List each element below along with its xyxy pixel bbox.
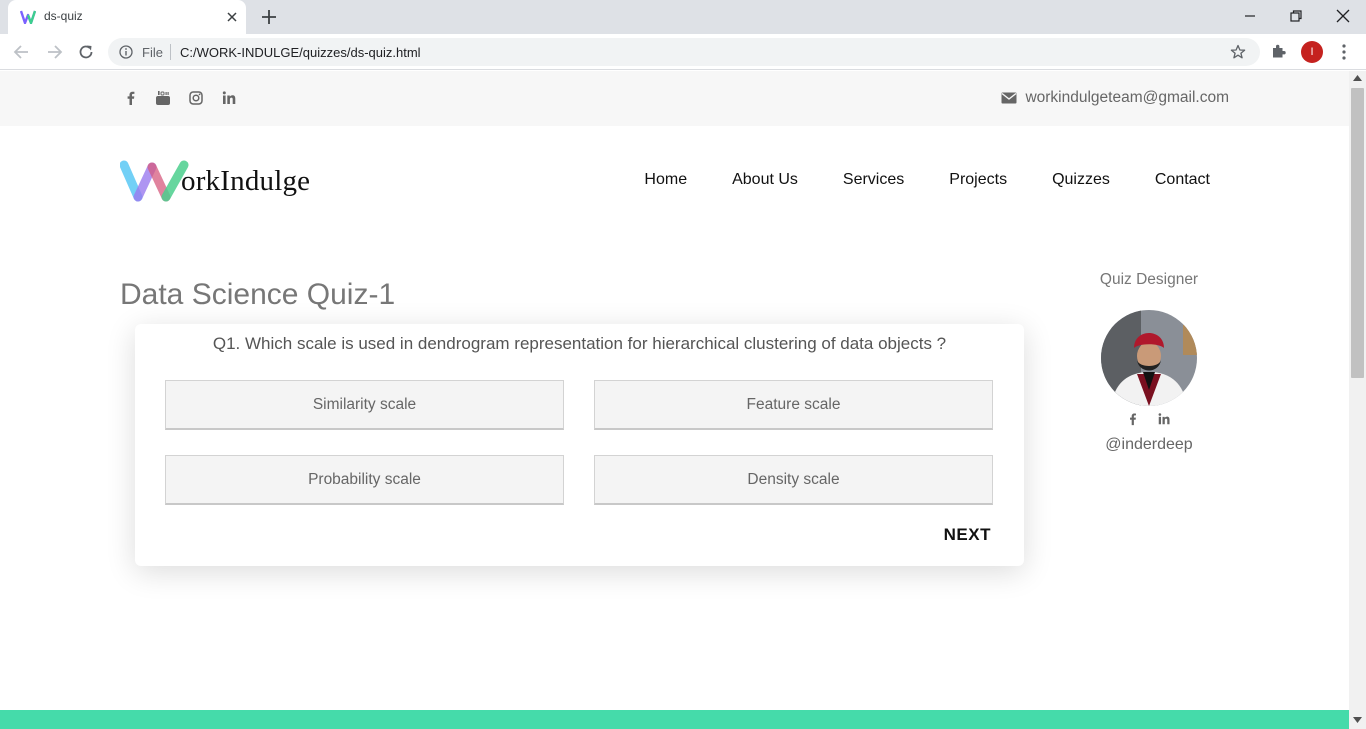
designer-avatar	[1101, 310, 1197, 406]
nav-contact[interactable]: Contact	[1155, 171, 1210, 189]
site-info-icon[interactable]	[119, 45, 133, 59]
nav-projects[interactable]: Projects	[949, 171, 1007, 189]
instagram-icon[interactable]	[188, 90, 204, 106]
contact-email[interactable]: workindulgeteam@gmail.com	[1001, 89, 1229, 107]
answer-option-2[interactable]: Feature scale	[594, 380, 993, 430]
envelope-icon	[1001, 92, 1017, 104]
next-button[interactable]: NEXT	[944, 525, 991, 545]
question-text: Q1. Which scale is used in dendrogram re…	[212, 334, 947, 353]
top-contact-bar: workindulgeteam@gmail.com	[0, 71, 1349, 126]
back-icon[interactable]	[12, 42, 32, 62]
nav-services[interactable]: Services	[843, 171, 904, 189]
profile-avatar[interactable]: I	[1301, 41, 1323, 63]
designer-portrait-icon	[1101, 310, 1197, 406]
scrollbar-thumb[interactable]	[1351, 88, 1364, 378]
designer-facebook-icon[interactable]	[1126, 412, 1140, 426]
url-text[interactable]: C:/WORK-INDULGE/quizzes/ds-quiz.html	[180, 45, 421, 60]
page-viewport: workindulgeteam@gmail.com orkIndulge Hom…	[0, 71, 1349, 729]
logo-text: orkIndulge	[181, 165, 311, 197]
close-window-icon[interactable]	[1333, 6, 1353, 26]
logo-w-mark-icon	[120, 160, 189, 202]
answer-option-3[interactable]: Probability scale	[165, 455, 564, 505]
scroll-up-arrow-icon[interactable]	[1353, 75, 1362, 81]
email-address[interactable]: workindulgeteam@gmail.com	[1025, 89, 1229, 107]
scroll-down-arrow-icon[interactable]	[1353, 717, 1362, 723]
linkedin-icon[interactable]	[221, 90, 237, 106]
extensions-puzzle-icon[interactable]	[1270, 42, 1288, 60]
url-scheme-label: File	[142, 45, 163, 60]
browser-tab[interactable]: ds-quiz	[8, 0, 246, 34]
close-tab-icon[interactable]	[224, 9, 240, 25]
workindulge-favicon-icon	[20, 10, 36, 24]
address-bar[interactable]: File C:/WORK-INDULGE/quizzes/ds-quiz.htm…	[108, 38, 1260, 66]
page-scrollbar[interactable]	[1349, 71, 1366, 729]
answer-option-4[interactable]: Density scale	[594, 455, 993, 505]
nav-quizzes[interactable]: Quizzes	[1052, 171, 1110, 189]
browser-menu-icon[interactable]	[1336, 42, 1352, 62]
url-separator	[170, 44, 171, 60]
footer-accent-strip	[0, 710, 1349, 729]
restore-icon[interactable]	[1286, 6, 1306, 26]
answer-option-1[interactable]: Similarity scale	[165, 380, 564, 430]
bookmark-star-icon[interactable]	[1230, 44, 1246, 60]
browser-toolbar: File C:/WORK-INDULGE/quizzes/ds-quiz.htm…	[0, 34, 1366, 70]
forward-icon[interactable]	[44, 42, 64, 62]
reload-icon[interactable]	[76, 42, 96, 62]
designer-label: Quiz Designer	[1099, 271, 1199, 288]
new-tab-icon[interactable]	[260, 8, 278, 26]
facebook-icon[interactable]	[123, 90, 139, 106]
designer-linkedin-icon[interactable]	[1157, 412, 1171, 426]
nav-about-us[interactable]: About Us	[732, 171, 798, 189]
page-title: Data Science Quiz-1	[120, 278, 396, 311]
minimize-icon[interactable]	[1240, 6, 1260, 26]
site-logo[interactable]: orkIndulge	[120, 157, 325, 205]
designer-handle[interactable]: @inderdeep	[1070, 436, 1228, 454]
main-nav: Home About Us Services Projects Quizzes …	[644, 171, 1210, 189]
nav-home[interactable]: Home	[644, 171, 687, 189]
youtube-icon[interactable]	[155, 90, 171, 106]
tab-title: ds-quiz	[44, 9, 83, 23]
quiz-card: Q1. Which scale is used in dendrogram re…	[135, 324, 1024, 566]
browser-tabstrip: ds-quiz	[0, 0, 1366, 34]
